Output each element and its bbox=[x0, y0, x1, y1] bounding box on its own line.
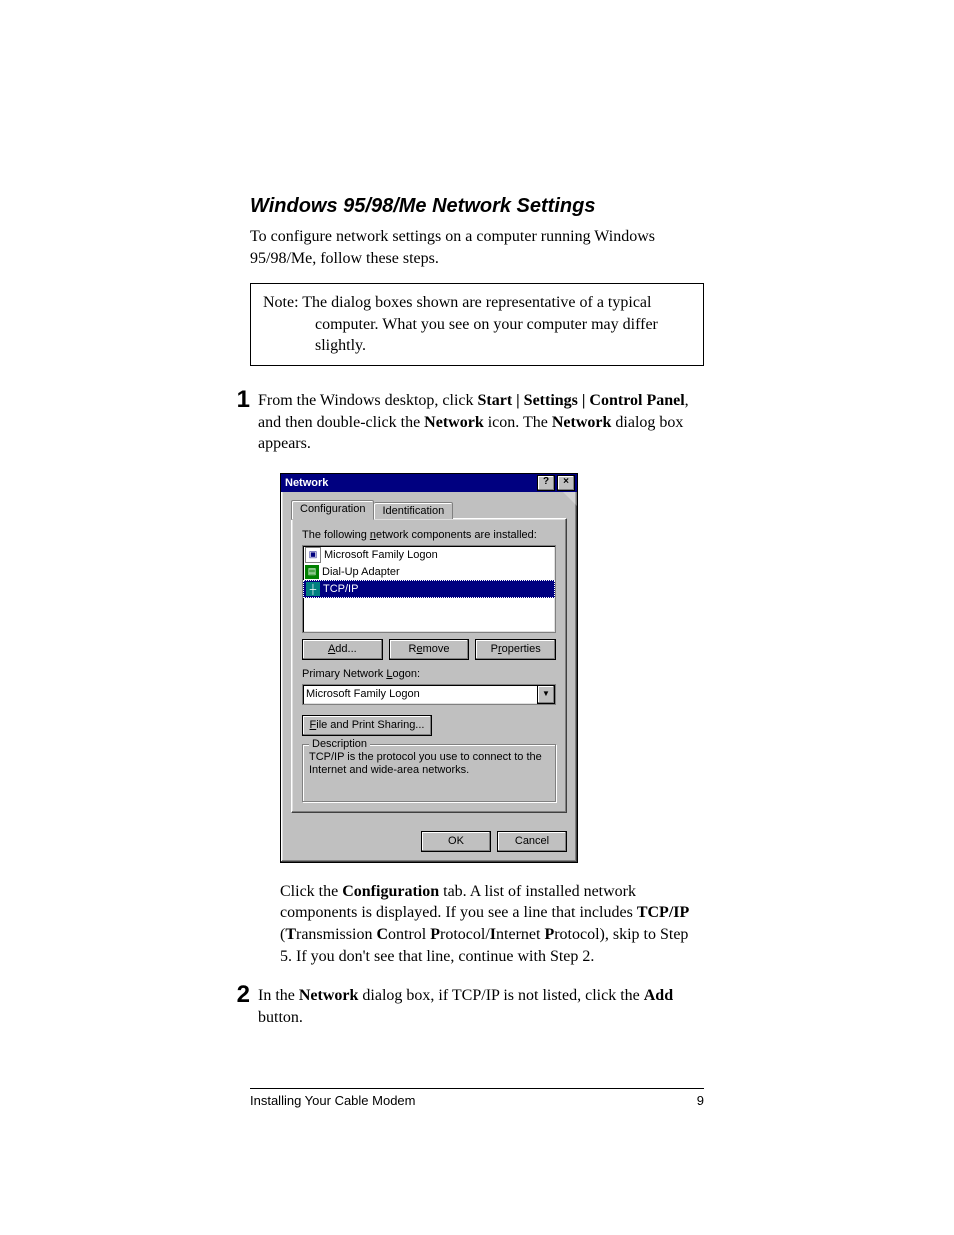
list-item-label: TCP/IP bbox=[323, 583, 358, 595]
tab-configuration[interactable]: Configuration bbox=[291, 500, 374, 520]
add-button[interactable]: Add... bbox=[302, 639, 383, 660]
step-2-number: 2 bbox=[220, 983, 258, 1007]
intro-paragraph: To configure network settings on a compu… bbox=[250, 226, 704, 269]
file-print-sharing-button[interactable]: File and Print Sharing... bbox=[302, 715, 432, 736]
pln-pre: Primary Network bbox=[302, 668, 386, 680]
primary-logon-label: Primary Network Logon: bbox=[302, 668, 556, 680]
step1-b2: Network bbox=[424, 414, 484, 431]
step-2-text: In the Network dialog box, if TCP/IP is … bbox=[258, 985, 704, 1028]
s2-post: button. bbox=[258, 1009, 303, 1026]
a1-b2: TCP/IP bbox=[637, 904, 689, 921]
description-text: TCP/IP is the protocol you use to connec… bbox=[309, 751, 549, 777]
step1-b3: Network bbox=[552, 414, 612, 431]
properties-button[interactable]: Properties bbox=[475, 639, 556, 660]
components-listbox[interactable]: ▣ Microsoft Family Logon ▤ Dial-Up Adapt… bbox=[302, 545, 556, 633]
a1-pre: Click the bbox=[280, 883, 342, 900]
note-line1: The dialog boxes shown are representativ… bbox=[302, 294, 651, 311]
close-button[interactable]: × bbox=[557, 475, 575, 491]
a1-b5: P bbox=[430, 926, 440, 943]
ok-button[interactable]: OK bbox=[421, 831, 491, 852]
note-box: Note: The dialog boxes shown are represe… bbox=[250, 283, 704, 366]
step-1-number: 1 bbox=[220, 388, 258, 412]
inst-post: etwork components are installed: bbox=[376, 529, 537, 541]
list-item-selected[interactable]: ┼ TCP/IP bbox=[303, 580, 555, 598]
pr-pre: P bbox=[491, 643, 498, 655]
description-groupbox: Description TCP/IP is the protocol you u… bbox=[302, 744, 556, 802]
help-button[interactable]: ? bbox=[537, 475, 555, 491]
cancel-button[interactable]: Cancel bbox=[497, 831, 567, 852]
a1-b7: P bbox=[544, 926, 554, 943]
list-item-label: Dial-Up Adapter bbox=[322, 566, 400, 578]
tab-identification[interactable]: Identification bbox=[374, 502, 453, 519]
list-item[interactable]: ▣ Microsoft Family Logon bbox=[303, 546, 555, 564]
section-heading: Windows 95/98/Me Network Settings bbox=[250, 195, 704, 218]
page-footer: Installing Your Cable Modem 9 bbox=[250, 1088, 704, 1108]
a1-m4: ontrol bbox=[388, 926, 430, 943]
s2-b2: Add bbox=[644, 987, 673, 1004]
pr-post: operties bbox=[502, 643, 541, 655]
step1-pre: From the Windows desktop, click bbox=[258, 392, 477, 409]
adapter-icon: ▤ bbox=[305, 565, 319, 579]
installed-components-label: The following network components are ins… bbox=[302, 529, 556, 541]
step-1: 1 From the Windows desktop, click Start … bbox=[250, 390, 704, 455]
note-line2: computer. What you see on your computer … bbox=[263, 314, 691, 336]
step-1-text: From the Windows desktop, click Start | … bbox=[258, 390, 704, 455]
list-item-label: Microsoft Family Logon bbox=[324, 549, 438, 561]
rm-post: move bbox=[423, 643, 450, 655]
configuration-panel: The following network components are ins… bbox=[291, 518, 567, 813]
dialog-titlebar[interactable]: Network ? × bbox=[281, 474, 577, 492]
chevron-down-icon[interactable]: ▼ bbox=[537, 685, 555, 704]
description-legend: Description bbox=[309, 738, 370, 750]
a1-b4: C bbox=[376, 926, 388, 943]
remove-button[interactable]: Remove bbox=[389, 639, 470, 660]
primary-logon-value: Microsoft Family Logon bbox=[306, 688, 537, 700]
inst-pre: The following bbox=[302, 529, 370, 541]
a1-m3: ransmission bbox=[296, 926, 376, 943]
primary-logon-dropdown[interactable]: Microsoft Family Logon ▼ bbox=[302, 684, 556, 705]
dialog-title: Network bbox=[285, 477, 535, 489]
a1-b1: Configuration bbox=[342, 883, 439, 900]
a1-m6: nternet bbox=[496, 926, 544, 943]
footer-chapter: Installing Your Cable Modem bbox=[250, 1093, 416, 1108]
a1-b3: T bbox=[285, 926, 296, 943]
s2-pre: In the bbox=[258, 987, 299, 1004]
footer-page-number: 9 bbox=[697, 1093, 704, 1108]
protocol-icon: ┼ bbox=[306, 582, 320, 596]
step1-post1: icon. The bbox=[484, 414, 552, 431]
note-label: Note: bbox=[263, 294, 299, 311]
network-dialog: Network ? × Configuration Identification… bbox=[280, 473, 578, 863]
pln-post: ogon: bbox=[392, 668, 420, 680]
a1-m5: rotocol/ bbox=[440, 926, 490, 943]
note-line3: slightly. bbox=[263, 335, 691, 357]
list-item[interactable]: ▤ Dial-Up Adapter bbox=[303, 564, 555, 580]
s2-mid: dialog box, if TCP/IP is not listed, cli… bbox=[358, 987, 643, 1004]
step1-b1: Start | Settings | Control Panel bbox=[477, 392, 684, 409]
add-post: dd... bbox=[335, 643, 356, 655]
step-2: 2 In the Network dialog box, if TCP/IP i… bbox=[250, 985, 704, 1028]
step-1-continued: Click the Configuration tab. A list of i… bbox=[280, 881, 704, 967]
s2-b1: Network bbox=[299, 987, 359, 1004]
dialog-tabs: Configuration Identification bbox=[291, 500, 567, 519]
client-icon: ▣ bbox=[305, 547, 321, 563]
fps-post: ile and Print Sharing... bbox=[316, 719, 424, 731]
